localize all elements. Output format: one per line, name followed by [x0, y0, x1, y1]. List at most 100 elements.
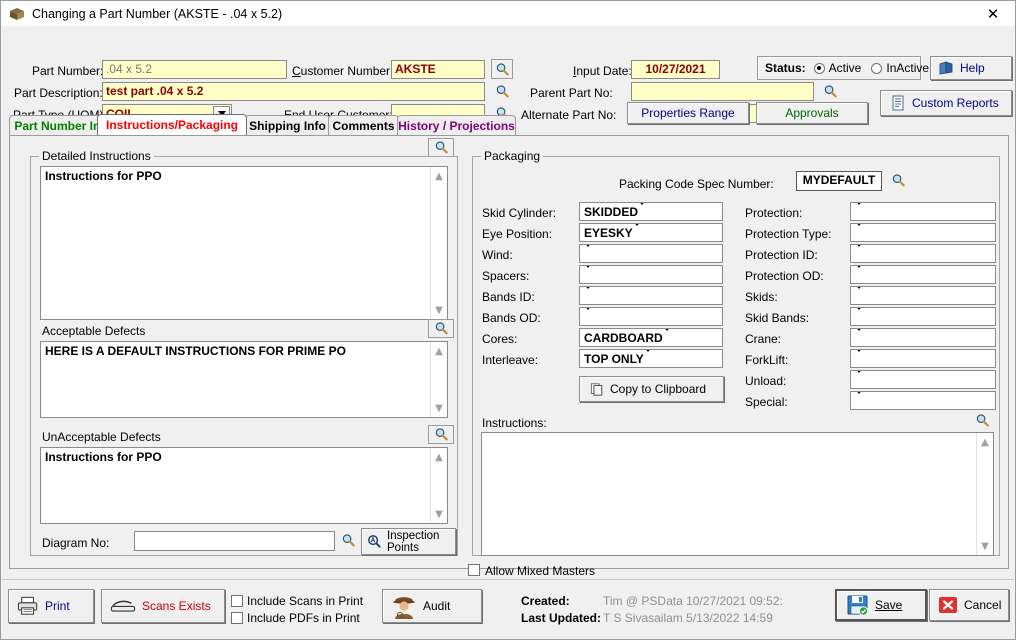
bands-od-select[interactable]: [579, 307, 723, 326]
acceptable-defects-textarea[interactable]: HERE IS A DEFAULT INSTRUCTIONS FOR PRIME…: [40, 341, 448, 418]
scroll-down-icon[interactable]: ▼: [431, 401, 447, 415]
scroll-up-icon[interactable]: ▲: [431, 344, 447, 358]
wind-select[interactable]: [579, 244, 723, 263]
bands-id-select[interactable]: [579, 286, 723, 305]
include-scans-checkbox[interactable]: [231, 595, 243, 607]
cores-select[interactable]: CARDBOARD: [579, 328, 723, 347]
skid-cylinder-select[interactable]: SKIDDED: [579, 202, 723, 221]
protection-type-label: Protection Type:: [745, 227, 832, 241]
tab-shipping-info[interactable]: Shipping Info: [245, 115, 330, 135]
chevron-down-icon[interactable]: [855, 203, 863, 219]
status-radio-inactive[interactable]: [871, 62, 883, 74]
print-button[interactable]: Print: [8, 589, 94, 623]
unacceptable-defects-textarea[interactable]: Instructions for PPO ▲ ▼: [40, 447, 448, 524]
tab-history-projections[interactable]: History / Projections: [397, 115, 516, 135]
part-number-window: Changing a Part Number (AKSTE - .04 x 5.…: [0, 0, 1016, 640]
chevron-down-icon[interactable]: [855, 350, 863, 366]
unacceptable-defects-lookup-button[interactable]: [428, 425, 454, 444]
part-description-input[interactable]: test part .04 x 5.2: [102, 82, 485, 101]
help-button[interactable]: Help: [930, 56, 1012, 80]
eye-position-select[interactable]: EYESKY: [579, 223, 723, 242]
spacers-select[interactable]: [579, 265, 723, 284]
protection-select[interactable]: [850, 202, 996, 221]
scroll-down-icon[interactable]: ▼: [977, 539, 993, 553]
interleave-select[interactable]: TOP ONLY: [579, 349, 723, 368]
protection-id-select[interactable]: [850, 244, 996, 263]
customer-number-lookup-button[interactable]: [491, 59, 513, 79]
scroll-up-icon[interactable]: ▲: [977, 435, 993, 449]
close-icon[interactable]: ✕: [971, 1, 1015, 26]
acceptable-defects-scrollbar[interactable]: ▲ ▼: [430, 342, 447, 417]
protection-type-select[interactable]: [850, 223, 996, 242]
input-date-input[interactable]: 10/27/2021: [631, 60, 720, 79]
chevron-down-icon[interactable]: [643, 350, 652, 366]
detailed-instructions-scrollbar[interactable]: ▲ ▼: [430, 167, 447, 319]
help-label: Help: [960, 61, 985, 75]
interleave-label: Interleave:: [482, 353, 539, 367]
chevron-down-icon[interactable]: [662, 329, 671, 345]
chevron-down-icon[interactable]: [638, 203, 647, 219]
status-radio-active[interactable]: [813, 62, 825, 74]
chevron-down-icon[interactable]: [855, 245, 863, 261]
chevron-down-icon[interactable]: [632, 224, 641, 240]
packing-code-spec-lookup-button[interactable]: [887, 170, 909, 191]
custom-reports-button[interactable]: Custom Reports: [880, 90, 1012, 116]
parent-part-no-input[interactable]: [631, 82, 814, 101]
packaging-instructions-scrollbar[interactable]: ▲ ▼: [976, 433, 993, 555]
forklift-label: ForkLift:: [745, 353, 789, 367]
copy-to-clipboard-button[interactable]: Copy to Clipboard: [579, 376, 724, 402]
status-option-inactive-label: InActive: [886, 61, 930, 75]
cancel-button[interactable]: Cancel: [929, 589, 1009, 621]
packaging-instructions-lookup-button[interactable]: [970, 410, 994, 431]
chevron-down-icon[interactable]: [855, 224, 863, 240]
detailed-instructions-lookup-button[interactable]: [428, 138, 454, 157]
chevron-down-icon[interactable]: [584, 287, 592, 303]
part-description-lookup-button[interactable]: [491, 81, 513, 101]
unload-label: Unload:: [745, 374, 787, 388]
chevron-down-icon[interactable]: [855, 287, 863, 303]
part-number-input[interactable]: .04 x 5.2: [102, 60, 287, 79]
special-select[interactable]: [850, 391, 996, 410]
scroll-up-icon[interactable]: ▲: [431, 450, 447, 464]
parent-part-no-lookup-button[interactable]: [819, 81, 841, 101]
window-title: Changing a Part Number (AKSTE - .04 x 5.…: [32, 6, 283, 21]
unload-select[interactable]: [850, 370, 996, 389]
scans-exists-button[interactable]: Scans Exists: [101, 589, 225, 623]
diagram-no-lookup-button[interactable]: [337, 530, 359, 551]
inspection-points-button[interactable]: Inspection Points: [361, 528, 456, 555]
chevron-down-icon[interactable]: [855, 371, 863, 387]
save-label: Save: [875, 598, 903, 612]
include-pdfs-checkbox[interactable]: [231, 612, 243, 624]
customer-number-input[interactable]: AKSTE: [391, 60, 485, 79]
packaging-instructions-textarea[interactable]: ▲ ▼: [481, 432, 994, 556]
skid-bands-select[interactable]: [850, 307, 996, 326]
diagram-no-input[interactable]: [134, 531, 335, 551]
save-button[interactable]: Save: [835, 589, 927, 621]
allow-mixed-masters-checkbox[interactable]: [468, 564, 480, 576]
packing-code-spec-input[interactable]: MYDEFAULT: [796, 171, 882, 191]
chevron-down-icon[interactable]: [584, 308, 592, 324]
chevron-down-icon[interactable]: [855, 329, 863, 345]
scroll-down-icon[interactable]: ▼: [431, 303, 447, 317]
chevron-down-icon[interactable]: [855, 392, 863, 408]
scroll-up-icon[interactable]: ▲: [431, 169, 447, 183]
protection-od-label: Protection OD:: [745, 269, 824, 283]
skid-bands-label: Skid Bands:: [745, 311, 810, 325]
unacceptable-defects-scrollbar[interactable]: ▲ ▼: [430, 448, 447, 523]
crane-select[interactable]: [850, 328, 996, 347]
tab-instructions-packaging[interactable]: Instructions/Packaging: [97, 114, 247, 135]
chevron-down-icon[interactable]: [584, 245, 592, 261]
acceptable-defects-lookup-button[interactable]: [428, 319, 454, 338]
tab-comments[interactable]: Comments: [328, 115, 399, 135]
scroll-down-icon[interactable]: ▼: [431, 507, 447, 521]
chevron-down-icon[interactable]: [855, 308, 863, 324]
wind-label: Wind:: [482, 248, 513, 262]
forklift-select[interactable]: [850, 349, 996, 368]
detailed-instructions-textarea[interactable]: Instructions for PPO ▲ ▼: [40, 166, 448, 320]
chevron-down-icon[interactable]: [584, 266, 592, 282]
audit-button[interactable]: Audit: [382, 589, 482, 623]
skids-select[interactable]: [850, 286, 996, 305]
inspection-points-label-line2: Points: [387, 541, 419, 554]
chevron-down-icon[interactable]: [855, 266, 863, 282]
protection-od-select[interactable]: [850, 265, 996, 284]
